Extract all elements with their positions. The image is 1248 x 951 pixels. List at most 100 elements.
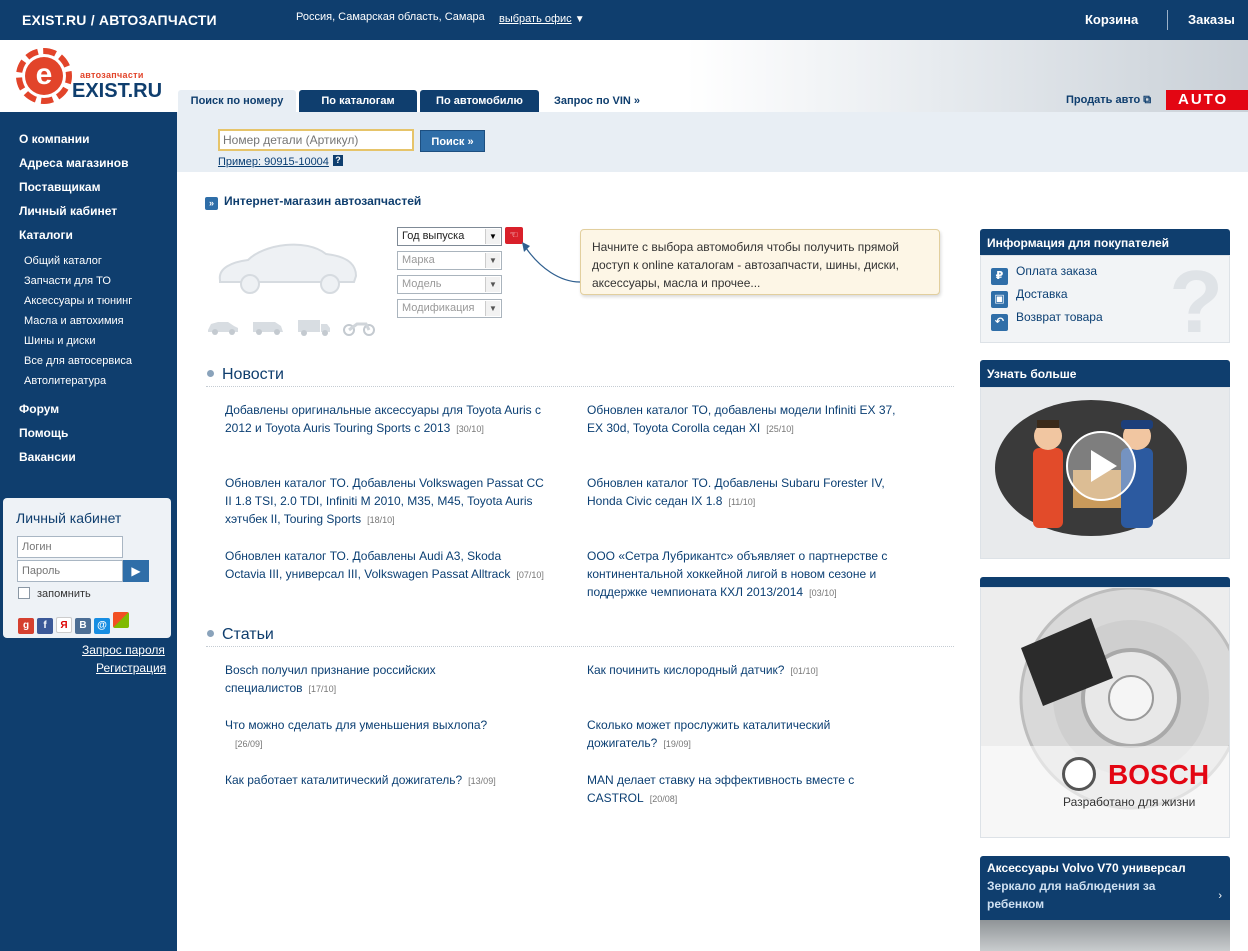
sidebar-item-stores[interactable]: Адреса магазинов bbox=[19, 156, 128, 180]
mailru-icon[interactable]: @ bbox=[94, 618, 110, 634]
site-title[interactable]: EXIST.RU / АВТОЗАПЧАСТИ bbox=[22, 12, 217, 28]
google-plus-icon[interactable]: g bbox=[18, 618, 34, 634]
sidebar-secondary-nav: Форум Помощь Вакансии bbox=[19, 402, 76, 474]
tab-catalogs[interactable]: По каталогам bbox=[299, 90, 417, 112]
login-input[interactable] bbox=[17, 536, 123, 558]
modification-select[interactable]: Модификация ▼ bbox=[397, 299, 502, 318]
top-bar: EXIST.RU / АВТОЗАПЧАСТИ Россия, Самарска… bbox=[0, 0, 1248, 40]
van-icon[interactable] bbox=[251, 318, 285, 339]
dropdown-arrow-icon: ▼ bbox=[485, 301, 500, 316]
buyer-info-box: ? ₽ Оплата заказа ▣ Доставка ↶ Возврат това… bbox=[980, 255, 1230, 343]
year-select[interactable]: Год выпуска ▼ bbox=[397, 227, 502, 246]
sidebar-item-literature[interactable]: Автолитература bbox=[24, 375, 132, 395]
article-item[interactable]: Как работает каталитический дожигатель?[… bbox=[225, 771, 545, 790]
bullet-icon bbox=[207, 370, 214, 377]
sidebar-item-jobs[interactable]: Вакансии bbox=[19, 450, 76, 474]
sidebar-item-tires[interactable]: Шины и диски bbox=[24, 335, 132, 355]
bosch-logo: BOSCH bbox=[1108, 759, 1210, 790]
car-silhouette-icon bbox=[218, 243, 358, 294]
sidebar-item-help[interactable]: Помощь bbox=[19, 426, 76, 450]
selection-tip: Начните с выбора автомобиля чтобы получи… bbox=[580, 229, 940, 295]
login-submit-button[interactable]: ▶ bbox=[123, 560, 149, 582]
box-icon: ▣ bbox=[991, 291, 1008, 308]
sell-car-link[interactable]: Продать авто ⧉ bbox=[1066, 94, 1151, 107]
vehicle-types bbox=[206, 318, 384, 339]
article-item[interactable]: Bosch получил признание российских специ… bbox=[225, 661, 485, 698]
double-arrow-icon: » bbox=[205, 197, 218, 210]
divider bbox=[206, 646, 954, 647]
orders-link[interactable]: Заказы bbox=[1188, 12, 1235, 27]
sidebar-item-oils[interactable]: Масла и автохимия bbox=[24, 315, 132, 335]
tab-search-by-number[interactable]: Поиск по номеру bbox=[178, 90, 296, 112]
bosch-slogan: Разработано для жизни bbox=[1063, 795, 1196, 809]
news-item[interactable]: ООО «Сетра Лубрикантс» объявляет о партн… bbox=[587, 547, 907, 602]
news-item[interactable]: Обновлен каталог ТО. Добавлены Audi A3, … bbox=[225, 547, 545, 584]
motorcycle-icon[interactable] bbox=[342, 318, 376, 339]
article-item[interactable]: MAN делает ставку на эффективность вмест… bbox=[587, 771, 887, 808]
truck-icon[interactable] bbox=[297, 318, 331, 339]
password-input[interactable] bbox=[17, 560, 123, 582]
volvo-promo-image bbox=[980, 920, 1230, 951]
make-select[interactable]: Марка ▼ bbox=[397, 251, 502, 270]
help-icon[interactable]: ? bbox=[333, 155, 343, 166]
remember-checkbox[interactable] bbox=[18, 587, 30, 599]
info-return-link[interactable]: ↶ Возврат товара bbox=[991, 310, 1103, 331]
sidebar-item-forum[interactable]: Форум bbox=[19, 402, 76, 426]
sidebar-item-suppliers[interactable]: Поставщикам bbox=[19, 180, 128, 204]
cart-link[interactable]: Корзина bbox=[1085, 12, 1138, 27]
tab-vin-request[interactable]: Запрос по VIN » bbox=[542, 90, 652, 112]
learn-more-header: Узнать больше bbox=[980, 360, 1230, 387]
info-payment-link[interactable]: ₽ Оплата заказа bbox=[991, 264, 1097, 285]
divider bbox=[206, 386, 954, 387]
chevron-right-icon[interactable]: › bbox=[1218, 890, 1222, 902]
divider bbox=[1167, 10, 1168, 30]
sidebar-item-maintenance-parts[interactable]: Запчасти для ТО bbox=[24, 275, 132, 295]
ruble-icon: ₽ bbox=[991, 268, 1008, 285]
bosch-emblem-icon bbox=[1062, 757, 1096, 791]
car-icon[interactable] bbox=[206, 318, 240, 339]
part-number-input[interactable] bbox=[218, 129, 414, 151]
logo-name: EXIST.RU bbox=[72, 80, 163, 102]
sidebar-item-catalogs[interactable]: Каталоги bbox=[19, 228, 128, 252]
shop-title: » Интернет-магазин автозапчастей bbox=[205, 194, 421, 210]
site-logo[interactable]: e автозапчасти EXIST.RU bbox=[16, 48, 166, 106]
news-item[interactable]: Обновлен каталог ТО. Добавлены Subaru Fo… bbox=[587, 474, 907, 511]
login-title: Личный кабинет bbox=[16, 510, 122, 526]
info-delivery-link[interactable]: ▣ Доставка bbox=[991, 287, 1068, 308]
dropdown-arrow-icon: ▼ bbox=[485, 229, 500, 244]
news-item[interactable]: Добавлены оригинальные аксессуары для To… bbox=[225, 401, 545, 438]
tab-by-car[interactable]: По автомобилю bbox=[420, 90, 539, 112]
sidebar-item-general-catalog[interactable]: Общий каталог bbox=[24, 255, 132, 275]
model-select[interactable]: Модель ▼ bbox=[397, 275, 502, 294]
article-item[interactable]: Что можно сделать для уменьшения выхлопа… bbox=[225, 716, 515, 753]
auto-badge[interactable]: AUTO bbox=[1166, 90, 1248, 110]
bullet-icon bbox=[207, 630, 214, 637]
volvo-promo-title: Аксессуары Volvo V70 универсал bbox=[987, 861, 1186, 875]
sidebar-item-accessories[interactable]: Аксессуары и тюнинг bbox=[24, 295, 132, 315]
news-title: Новости bbox=[207, 366, 284, 384]
yandex-icon[interactable]: Я bbox=[56, 617, 72, 633]
buyer-info-header: Информация для покупателей bbox=[980, 229, 1230, 255]
search-button[interactable]: Поиск » bbox=[420, 130, 485, 152]
news-item[interactable]: Обновлен каталог ТО. Добавлены Volkswage… bbox=[225, 474, 545, 529]
article-item[interactable]: Как починить кислородный датчик? [01/10] bbox=[587, 661, 907, 680]
question-mark-icon: ? bbox=[1169, 255, 1223, 343]
search-example-link[interactable]: Пример: 90915-10004 bbox=[218, 156, 329, 168]
articles-title: Статьи bbox=[207, 626, 274, 644]
volvo-promo[interactable]: Аксессуары Volvo V70 универсал Зеркало д… bbox=[980, 856, 1230, 920]
sidebar-item-account[interactable]: Личный кабинет bbox=[19, 204, 128, 228]
sidebar-item-about[interactable]: О компании bbox=[19, 132, 128, 156]
windows-icon[interactable] bbox=[113, 612, 129, 628]
news-item[interactable]: Обновлен каталог ТО, добавлены модели In… bbox=[587, 401, 907, 438]
promo-video[interactable] bbox=[980, 387, 1230, 559]
choose-office-link[interactable]: выбрать офис ▼ bbox=[499, 13, 585, 25]
vk-icon[interactable]: B bbox=[75, 618, 91, 634]
facebook-icon[interactable]: f bbox=[37, 618, 53, 634]
social-login: g f Я B @ bbox=[18, 612, 132, 634]
register-link[interactable]: Регистрация bbox=[96, 661, 166, 675]
article-item[interactable]: Сколько может прослужить каталитический … bbox=[587, 716, 867, 753]
sidebar-item-service[interactable]: Все для автосервиса bbox=[24, 355, 132, 375]
password-request-link[interactable]: Запрос пароля bbox=[82, 643, 165, 657]
sidebar-main-nav: О компании Адреса магазинов Поставщикам … bbox=[19, 132, 128, 252]
dropdown-arrow-icon: ▼ bbox=[574, 14, 585, 25]
